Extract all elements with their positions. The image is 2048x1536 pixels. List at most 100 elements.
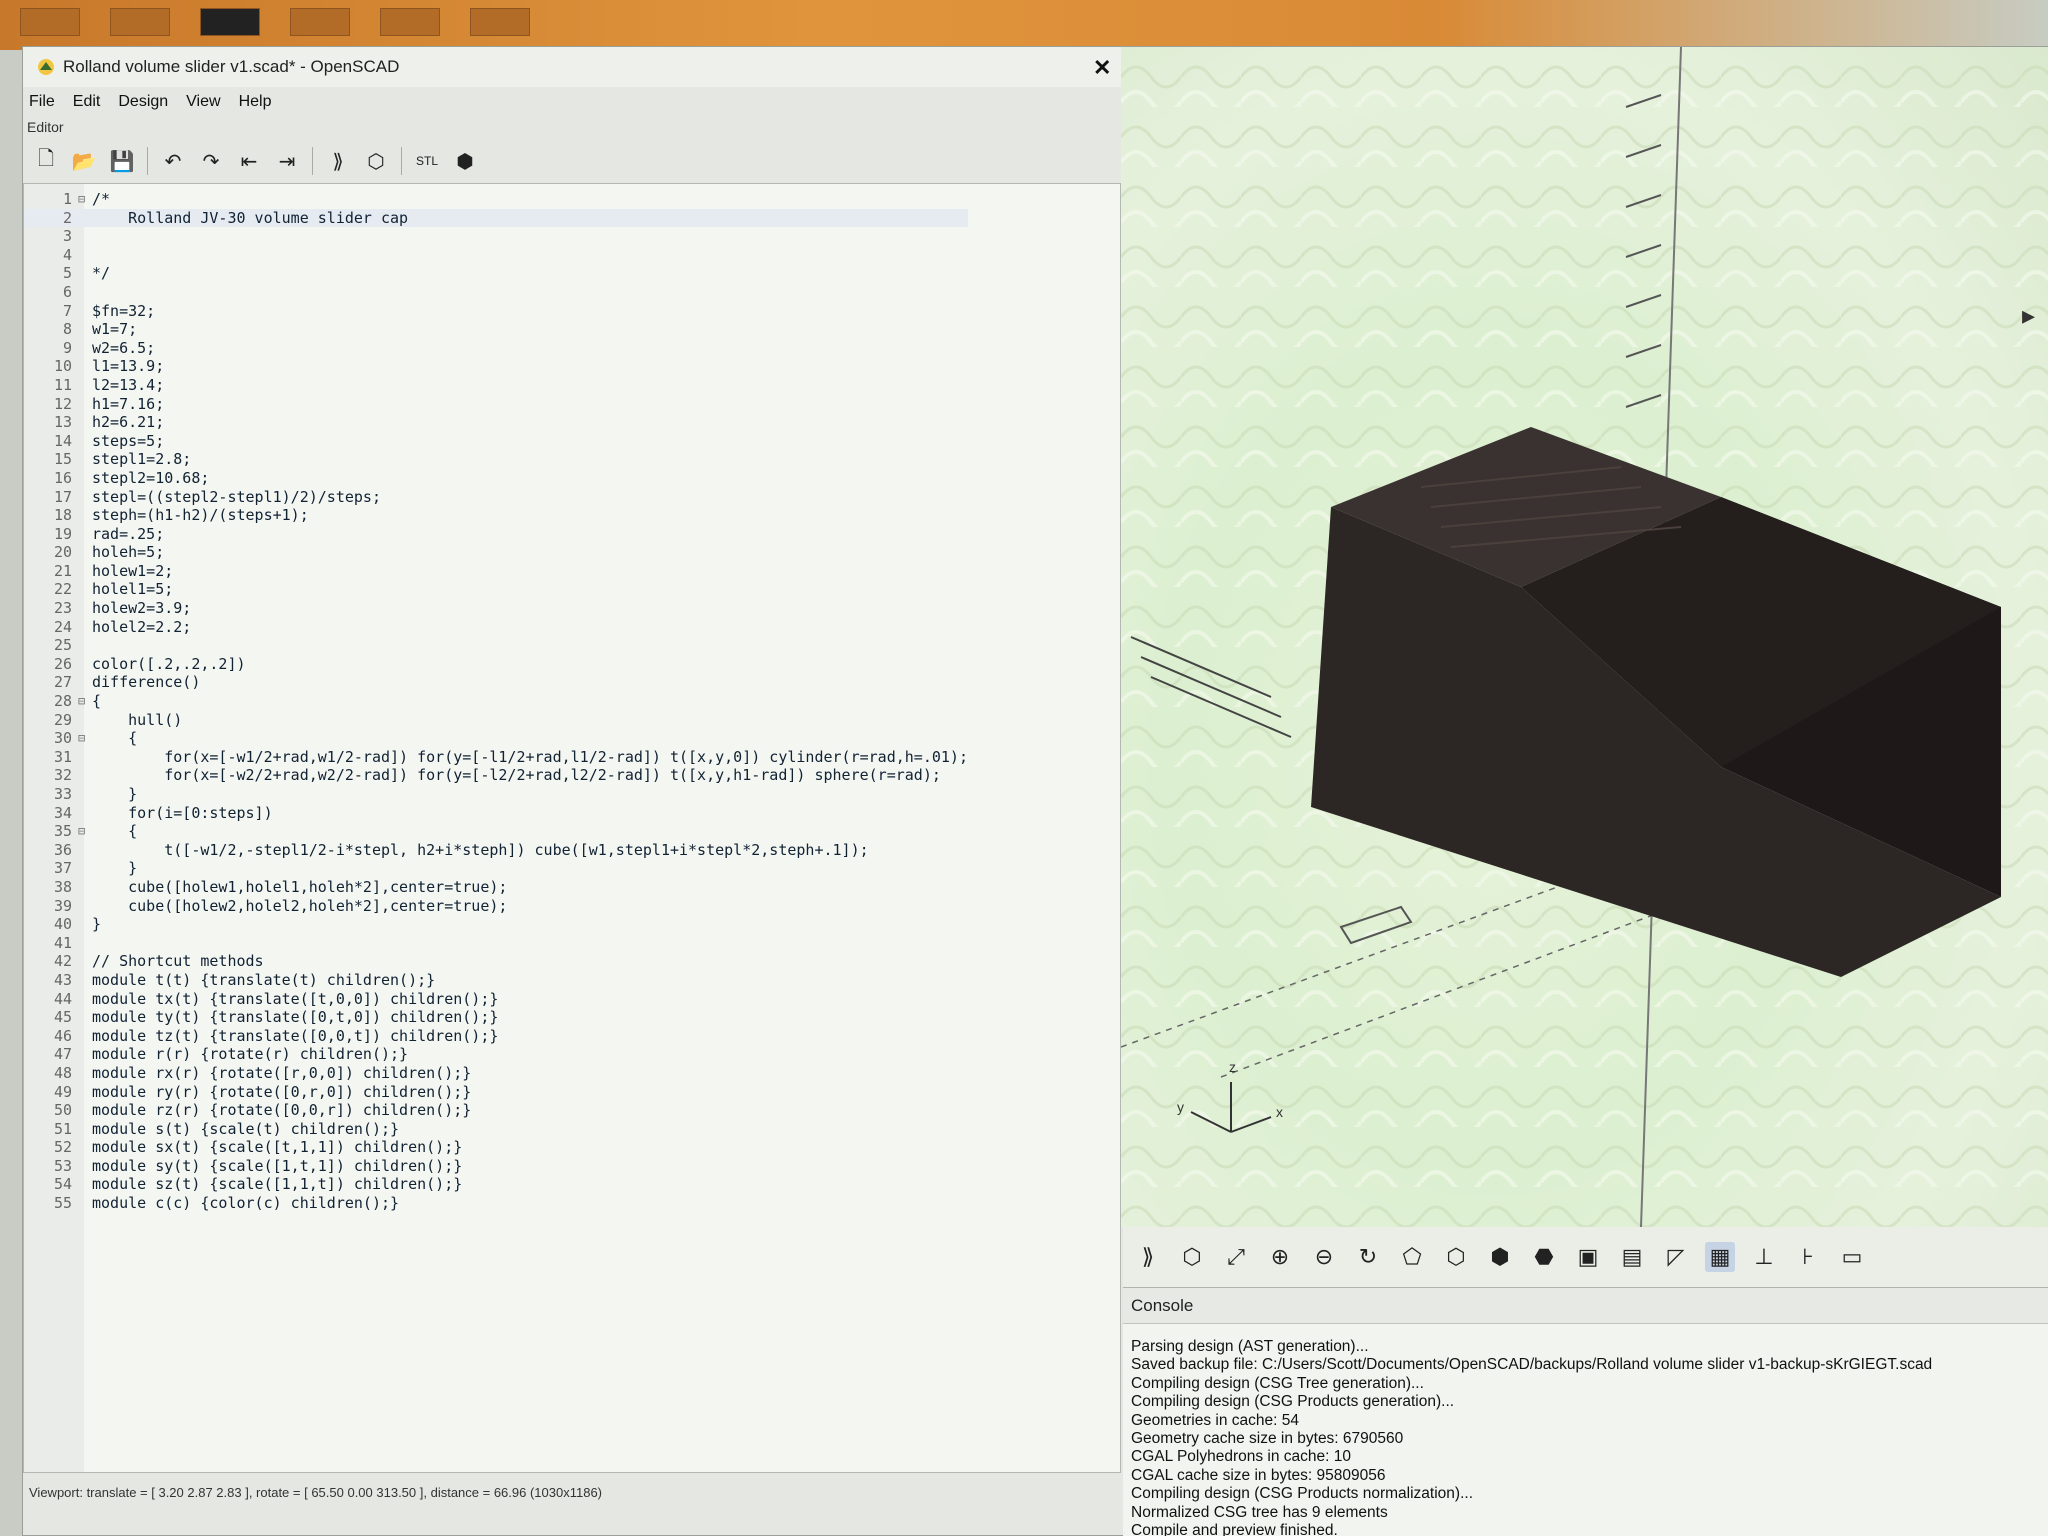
code-line[interactable]: 30 ⊟ { [24, 729, 968, 748]
fold-marker-icon[interactable]: ⊟ [78, 822, 92, 841]
code-line[interactable]: 14 steps=5; [24, 432, 968, 451]
fold-marker-icon[interactable]: ⊟ [78, 190, 92, 209]
code-line[interactable]: 44 module tx(t) {translate([t,0,0]) child… [24, 990, 968, 1009]
show-edges-icon[interactable]: ▭ [1837, 1242, 1867, 1272]
fold-marker-icon[interactable]: ⊟ [78, 729, 92, 748]
code-line[interactable]: 27 difference() [24, 673, 968, 692]
redo-icon[interactable]: ↷ [198, 148, 224, 174]
reset-view-icon[interactable]: ↻ [1353, 1242, 1383, 1272]
code-line[interactable]: 7 $fn=32; [24, 302, 968, 321]
open-file-icon[interactable]: 📂 [71, 148, 97, 174]
code-line[interactable]: 31 for(x=[-w1/2+rad,w1/2-rad]) for(y=[-l… [24, 748, 968, 767]
code-line[interactable]: 25 [24, 636, 968, 655]
code-line[interactable]: 3 [24, 227, 968, 246]
code-line[interactable]: 53 module sy(t) {scale([1,t,1]) children(… [24, 1157, 968, 1176]
view-all-icon[interactable]: ⤢ [1221, 1242, 1251, 1272]
view-left-icon[interactable]: ⬣ [1529, 1242, 1559, 1272]
desktop-thumbnail[interactable] [470, 8, 530, 36]
show-scale-markers-icon[interactable]: ⊦ [1793, 1242, 1823, 1272]
code-line[interactable]: 50 module rz(r) {rotate([0,0,r]) children… [24, 1101, 968, 1120]
export-stl-icon[interactable]: STL [414, 148, 440, 174]
code-line[interactable]: 38 cube([holew1,holel1,holeh*2],center=t… [24, 878, 968, 897]
code-line[interactable]: 12 h1=7.16; [24, 395, 968, 414]
code-line[interactable]: 24 holel2=2.2; [24, 618, 968, 637]
code-line[interactable]: 5 */ [24, 264, 968, 283]
orthogonal-icon[interactable]: ▦ [1705, 1242, 1735, 1272]
preview-icon[interactable]: ⟫ [1133, 1242, 1163, 1272]
code-line[interactable]: 19 rad=.25; [24, 525, 968, 544]
save-file-icon[interactable]: 💾 [109, 148, 135, 174]
code-line[interactable]: 8 w1=7; [24, 320, 968, 339]
menu-file[interactable]: File [29, 93, 55, 111]
view-front-icon[interactable]: ▣ [1573, 1242, 1603, 1272]
new-file-icon[interactable]: 🗋 [33, 148, 59, 174]
view-bottom-icon[interactable]: ⬢ [1485, 1242, 1515, 1272]
unindent-icon[interactable]: ⇤ [236, 148, 262, 174]
code-line[interactable]: 39 cube([holew2,holel2,holeh*2],center=t… [24, 897, 968, 916]
code-line[interactable]: 51 module s(t) {scale(t) children();} [24, 1120, 968, 1139]
code-line[interactable]: 10 l1=13.9; [24, 357, 968, 376]
zoom-in-icon[interactable]: ⊕ [1265, 1242, 1295, 1272]
code-line[interactable]: 29 hull() [24, 711, 968, 730]
code-line[interactable]: 41 [24, 934, 968, 953]
zoom-out-icon[interactable]: ⊖ [1309, 1242, 1339, 1272]
code-line[interactable]: 9 w2=6.5; [24, 339, 968, 358]
code-line[interactable]: 18 steph=(h1-h2)/(steps+1); [24, 506, 968, 525]
code-line[interactable]: 13 h2=6.21; [24, 413, 968, 432]
code-line[interactable]: 43 module t(t) {translate(t) children();} [24, 971, 968, 990]
code-line[interactable]: 32 for(x=[-w2/2+rad,w2/2-rad]) for(y=[-l… [24, 766, 968, 785]
fold-marker-icon[interactable]: ⊟ [78, 692, 92, 711]
code-line[interactable]: 42 // Shortcut methods [24, 952, 968, 971]
code-line[interactable]: 37 } [24, 859, 968, 878]
code-line[interactable]: 55 module c(c) {color(c) children();} [24, 1194, 968, 1213]
preview-icon[interactable]: ⟫ [325, 148, 351, 174]
desktop-thumbnail[interactable] [380, 8, 440, 36]
desktop-thumbnail[interactable] [110, 8, 170, 36]
desktop-thumbnail[interactable] [20, 8, 80, 36]
code-line[interactable]: 48 module rx(r) {rotate([r,0,0]) children… [24, 1064, 968, 1083]
view-back-icon[interactable]: ▤ [1617, 1242, 1647, 1272]
code-line[interactable]: 26 color([.2,.2,.2]) [24, 655, 968, 674]
code-line[interactable]: 54 module sz(t) {scale([1,1,t]) children(… [24, 1175, 968, 1194]
code-line[interactable]: 23 holew2=3.9; [24, 599, 968, 618]
code-line[interactable]: 2 Rolland JV-30 volume slider cap [24, 208, 968, 228]
code-line[interactable]: 11 l2=13.4; [24, 376, 968, 395]
menu-view[interactable]: View [186, 93, 220, 111]
menu-design[interactable]: Design [118, 93, 168, 111]
code-line[interactable]: 4 [24, 246, 968, 265]
code-line[interactable]: 20 holeh=5; [24, 543, 968, 562]
code-line[interactable]: 33 } [24, 785, 968, 804]
send-to-print-icon[interactable]: ⬢ [452, 148, 478, 174]
code-line[interactable]: 15 stepl1=2.8; [24, 450, 968, 469]
desktop-thumbnail[interactable] [290, 8, 350, 36]
code-line[interactable]: 40} [24, 915, 968, 934]
close-icon[interactable]: ✕ [1093, 55, 1111, 81]
code-line[interactable]: 52 module sx(t) {scale([t,1,1]) children(… [24, 1138, 968, 1157]
render-icon[interactable]: ⬡ [1177, 1242, 1207, 1272]
code-line[interactable]: 16 stepl2=10.68; [24, 469, 968, 488]
undo-icon[interactable]: ↶ [160, 148, 186, 174]
code-line[interactable]: 28 ⊟{ [24, 692, 968, 711]
menu-edit[interactable]: Edit [73, 93, 101, 111]
code-line[interactable]: 21 holew1=2; [24, 562, 968, 581]
code-line[interactable]: 36 t([-w1/2,-stepl1/2-i*stepl, h2+i*step… [24, 841, 968, 860]
code-line[interactable]: 47 module r(r) {rotate(r) children();} [24, 1045, 968, 1064]
code-line[interactable]: 45 module ty(t) {translate([0,t,0]) child… [24, 1008, 968, 1027]
code-line[interactable]: 6 [24, 283, 968, 302]
view-top-icon[interactable]: ⬡ [1441, 1242, 1471, 1272]
indent-icon[interactable]: ⇥ [274, 148, 300, 174]
render-icon[interactable]: ⬡ [363, 148, 389, 174]
code-line[interactable]: 49 module ry(r) {rotate([0,r,0]) children… [24, 1083, 968, 1102]
code-line[interactable]: 46 module tz(t) {translate([0,0,t]) child… [24, 1027, 968, 1046]
code-line[interactable]: 1 ⊟/* [24, 190, 968, 209]
desktop-thumbnail[interactable] [200, 8, 260, 36]
code-line[interactable]: 17 stepl=((stepl2-stepl1)/2)/steps; [24, 488, 968, 507]
3d-viewport[interactable]: z x y [1121, 47, 2048, 1227]
code-editor[interactable]: 1 ⊟/* 2 Rolland JV-30 volume slider cap 3 4 5… [23, 183, 1121, 1473]
code-line[interactable]: 35 ⊟ { [24, 822, 968, 841]
code-line[interactable]: 34 for(i=[0:steps]) [24, 804, 968, 823]
show-axes-icon[interactable]: ⊥ [1749, 1242, 1779, 1272]
menu-help[interactable]: Help [239, 93, 272, 111]
code-line[interactable]: 22 holel1=5; [24, 580, 968, 599]
view-right-icon[interactable]: ⬠ [1397, 1242, 1427, 1272]
